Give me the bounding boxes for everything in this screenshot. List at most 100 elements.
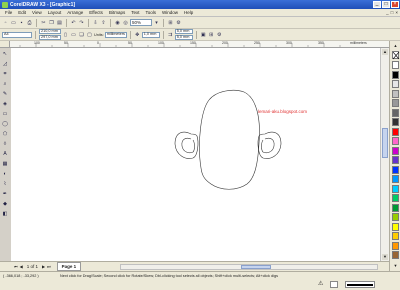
scroll-down-icon[interactable]: ▼	[382, 254, 388, 260]
portrait-icon[interactable]: ▯	[62, 31, 69, 38]
treat-as-filled-icon[interactable]: ▣	[200, 31, 207, 38]
save-icon[interactable]: ▪	[18, 19, 25, 26]
smart-fill-tool-icon[interactable]: ◈	[1, 100, 9, 107]
horizontal-scrollbar[interactable]	[120, 264, 378, 270]
color-swatch[interactable]	[392, 80, 399, 88]
prev-page-icon[interactable]: ◀	[20, 264, 23, 269]
interactive-blend-tool-icon[interactable]: ◐	[1, 170, 9, 177]
first-page-icon[interactable]: ⏮	[14, 264, 18, 269]
current-page-icon[interactable]: ▢	[86, 31, 93, 38]
drawing-canvas[interactable]: lemari-aku.blogspot.com	[11, 48, 389, 261]
next-page-icon[interactable]: ▶	[42, 264, 45, 269]
menu-file[interactable]: File	[2, 10, 15, 15]
color-swatch[interactable]	[392, 241, 399, 250]
fill-tool-icon[interactable]: ◆	[1, 200, 9, 207]
landscape-icon[interactable]: ▭	[70, 31, 77, 38]
color-swatch[interactable]	[392, 184, 399, 193]
options-icon[interactable]: ⚙	[216, 31, 223, 38]
menu-arrange[interactable]: Arrange	[64, 10, 86, 15]
color-swatch[interactable]	[392, 175, 399, 183]
head-drawing[interactable]	[11, 48, 380, 261]
horizontal-ruler[interactable]: 100 50 0 50 100 150 200 250 300 350 mill…	[10, 41, 389, 48]
snap-icon[interactable]: ⊞	[167, 19, 174, 26]
paper-size-select[interactable]: A4	[2, 31, 32, 38]
color-swatch[interactable]	[392, 232, 399, 240]
redo-icon[interactable]: ↷	[78, 19, 85, 26]
menu-text[interactable]: Text	[128, 10, 142, 15]
color-swatch[interactable]	[392, 118, 399, 126]
interactive-fill-tool-icon[interactable]: ◧	[1, 210, 9, 217]
chevron-down-icon[interactable]: ▾	[153, 19, 160, 26]
import-icon[interactable]: ⇩	[92, 19, 99, 26]
color-swatch[interactable]	[392, 251, 399, 259]
table-tool-icon[interactable]: ▦	[1, 160, 9, 167]
rectangle-tool-icon[interactable]: ▭	[1, 110, 9, 117]
vertical-scroll-thumb[interactable]	[382, 128, 388, 158]
print-icon[interactable]: ⎙	[26, 19, 33, 26]
color-swatch[interactable]	[392, 108, 399, 117]
basic-shapes-tool-icon[interactable]: ◊	[1, 140, 9, 147]
text-tool-icon[interactable]: A	[1, 150, 9, 157]
eyedropper-tool-icon[interactable]: ⌇	[1, 180, 9, 187]
color-swatch[interactable]	[392, 194, 399, 202]
scroll-up-icon[interactable]: ▲	[382, 49, 388, 55]
doc-minimize-button[interactable]: _	[386, 10, 389, 15]
palette-scroll-up-icon[interactable]: ▲	[392, 43, 399, 49]
zoom-tool-icon[interactable]: ⌕	[1, 80, 9, 87]
options-icon[interactable]: ⚙	[175, 19, 182, 26]
no-fill-swatch[interactable]	[392, 51, 400, 60]
new-icon[interactable]: ▫	[2, 19, 9, 26]
page-height-field[interactable]: 297,0 mm	[39, 35, 61, 40]
crop-tool-icon[interactable]: ⌗	[1, 70, 9, 77]
copy-icon[interactable]: ❐	[48, 19, 55, 26]
nudge-distance-field[interactable]: 1,0 mm	[141, 31, 160, 38]
outline-indicator[interactable]	[345, 281, 375, 288]
doc-close-button[interactable]: ×	[395, 10, 398, 15]
last-page-icon[interactable]: ⏭	[47, 264, 51, 269]
fill-indicator[interactable]	[330, 281, 338, 288]
color-swatch[interactable]	[392, 127, 399, 136]
open-icon[interactable]: ▭	[10, 19, 17, 26]
application-launcher-icon[interactable]: ◉	[114, 19, 121, 26]
cut-icon[interactable]: ✂	[40, 19, 47, 26]
maximize-button[interactable]: □	[382, 1, 390, 8]
palette-scroll-down-icon[interactable]: ▼	[392, 263, 399, 269]
vertical-scrollbar[interactable]: ▲ ▼	[380, 48, 389, 261]
menu-help[interactable]: Help	[181, 10, 196, 15]
menu-layout[interactable]: Layout	[45, 10, 65, 15]
page-width-field[interactable]: 210,0 mm	[39, 29, 61, 34]
color-swatch[interactable]	[392, 70, 399, 79]
duplicate-x-field[interactable]: 5,0 mm	[174, 29, 193, 34]
export-icon[interactable]: ⇧	[100, 19, 107, 26]
ellipse-tool-icon[interactable]: ◯	[1, 120, 9, 127]
horizontal-scroll-thumb[interactable]	[241, 265, 271, 269]
color-swatch[interactable]	[392, 213, 399, 221]
shape-tool-icon[interactable]: ◿	[1, 60, 9, 67]
all-pages-icon[interactable]: ❏	[78, 31, 85, 38]
corel-online-icon[interactable]: ◎	[122, 19, 129, 26]
color-swatch[interactable]	[392, 222, 399, 231]
color-swatch[interactable]	[392, 165, 399, 174]
undo-icon[interactable]: ↶	[70, 19, 77, 26]
color-swatch[interactable]	[392, 137, 399, 145]
menu-effects[interactable]: Effects	[86, 10, 106, 15]
snap-to-grid-icon[interactable]: ⊞	[208, 31, 215, 38]
close-button[interactable]: ×	[391, 1, 399, 8]
menu-tools[interactable]: Tools	[142, 10, 159, 15]
outline-tool-icon[interactable]: ✒	[1, 190, 9, 197]
units-select[interactable]: millimeters	[104, 31, 127, 38]
pick-tool-icon[interactable]: ↖	[1, 50, 9, 57]
zoom-level-select[interactable]: 50%	[130, 19, 152, 26]
duplicate-y-field[interactable]: 5,0 mm	[174, 35, 193, 40]
color-swatch[interactable]	[392, 203, 399, 212]
doc-restore-button[interactable]: □	[391, 10, 394, 15]
menu-bitmaps[interactable]: Bitmaps	[106, 10, 128, 15]
ruler-origin[interactable]	[0, 41, 10, 48]
minimize-button[interactable]: _	[373, 1, 381, 8]
color-swatch[interactable]	[392, 61, 399, 69]
color-swatch[interactable]	[392, 99, 399, 107]
color-swatch[interactable]	[392, 156, 399, 164]
menu-window[interactable]: Window	[159, 10, 181, 15]
menu-edit[interactable]: Edit	[15, 10, 29, 15]
paste-icon[interactable]: ▤	[56, 19, 63, 26]
